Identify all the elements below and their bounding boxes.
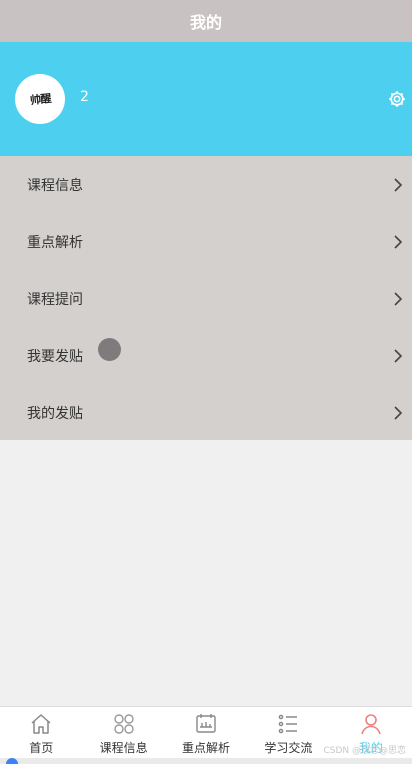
user-icon — [361, 714, 381, 735]
tab-label: 学习交流 — [264, 741, 313, 755]
menu-list: 课程信息 重点解析 课程提问 我要发贴 我的发贴 — [0, 156, 412, 440]
tab-home[interactable]: 首页 — [0, 707, 82, 758]
board-icon — [196, 714, 216, 733]
bottom-strip — [0, 758, 412, 764]
username: 2 — [80, 89, 89, 105]
chevron-right-icon — [394, 234, 403, 249]
title-bar: 我的 — [0, 0, 412, 42]
menu-item-label: 课程信息 — [27, 177, 83, 194]
tab-key-analysis[interactable]: 重点解析 — [165, 707, 247, 758]
list-icon — [279, 714, 298, 734]
menu-item-key-analysis[interactable]: 重点解析 — [0, 213, 412, 270]
chevron-right-icon — [394, 291, 403, 306]
grid-icon — [113, 714, 134, 734]
tab-label: 重点解析 — [182, 741, 231, 755]
settings-gear-icon[interactable] — [387, 89, 407, 109]
profile-header: 帅醒 2 — [0, 42, 412, 156]
status-dot — [6, 758, 18, 764]
tab-study-exchange[interactable]: 学习交流 — [247, 707, 329, 758]
menu-item-label: 课程提问 — [27, 291, 83, 308]
tab-course-info[interactable]: 课程信息 — [82, 707, 164, 758]
home-icon — [31, 714, 51, 734]
menu-item-course-info[interactable]: 课程信息 — [0, 156, 412, 213]
watermark: CSDN @想念@思恋 — [323, 746, 406, 756]
page-title: 我的 — [189, 13, 222, 32]
menu-item-label: 我要发贴 — [27, 348, 83, 365]
menu-item-course-questions[interactable]: 课程提问 — [0, 270, 412, 327]
touch-indicator — [98, 338, 121, 361]
chevron-right-icon — [394, 405, 403, 420]
menu-item-label: 我的发贴 — [27, 405, 83, 422]
menu-item-new-post[interactable]: 我要发贴 — [0, 327, 412, 384]
avatar-signature: 帅醒 — [28, 91, 52, 108]
chevron-right-icon — [394, 177, 403, 192]
tab-label: 课程信息 — [99, 741, 148, 755]
tab-label: 首页 — [29, 741, 54, 755]
menu-item-label: 重点解析 — [27, 234, 83, 251]
chevron-right-icon — [394, 348, 403, 363]
avatar[interactable]: 帅醒 — [15, 74, 65, 124]
menu-item-my-posts[interactable]: 我的发贴 — [0, 384, 412, 441]
